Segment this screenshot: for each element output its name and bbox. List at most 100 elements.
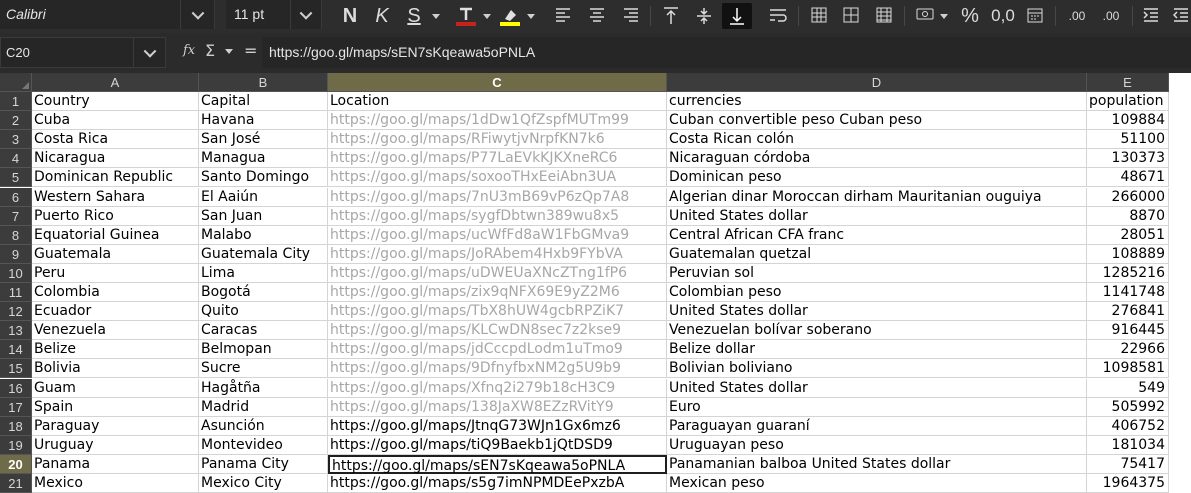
wrap-text-button[interactable] (767, 3, 789, 29)
cell-c9[interactable]: https://goo.gl/maps/JoRAbem4Hxb9FYbVA (328, 244, 667, 264)
cell-c4[interactable]: https://goo.gl/maps/P77LaEVkKJKXneRC6 (328, 149, 667, 169)
cell-c16[interactable]: https://goo.gl/maps/Xfnq2i279b18cH3C9 (328, 378, 667, 398)
cell-a11[interactable]: Colombia (32, 283, 199, 303)
cell-e7[interactable]: 8870 (1087, 206, 1169, 226)
cell-a3[interactable]: Costa Rica (32, 130, 199, 150)
align-left-button[interactable] (552, 3, 574, 29)
formula-button[interactable]: = (244, 41, 257, 60)
cell-a19[interactable]: Uruguay (32, 435, 199, 455)
cell-a6[interactable]: Western Sahara (32, 187, 199, 207)
percent-format-button[interactable]: % (958, 3, 982, 29)
cell-d5[interactable]: Dominican peso (667, 168, 1087, 188)
name-box[interactable]: C20 (0, 37, 166, 68)
cell-d16[interactable]: United States dollar (667, 378, 1087, 398)
highlight-color-button[interactable] (496, 3, 524, 29)
row-header-13[interactable]: 13 (0, 321, 32, 341)
merge-cells-button[interactable] (808, 3, 830, 29)
cell-b10[interactable]: Lima (199, 263, 328, 283)
cell-a21[interactable]: Mexico (32, 474, 199, 493)
font-size-dropdown-button[interactable] (290, 0, 321, 29)
cell-c5[interactable]: https://goo.gl/maps/soxooTHxEeiAbn3UA (328, 168, 667, 188)
increase-indent-button[interactable] (1140, 3, 1162, 29)
cell-a16[interactable]: Guam (32, 378, 199, 398)
row-header-7[interactable]: 7 (0, 206, 32, 226)
cell-e10[interactable]: 1285216 (1087, 263, 1169, 283)
row-header-11[interactable]: 11 (0, 283, 32, 303)
cell-a8[interactable]: Equatorial Guinea (32, 225, 199, 245)
cell-c2[interactable]: https://goo.gl/maps/1dDw1QfZspfMUTm99 (328, 111, 667, 131)
cell-b19[interactable]: Montevideo (199, 435, 328, 455)
sum-dropdown[interactable] (224, 45, 233, 59)
row-header-16[interactable]: 16 (0, 378, 32, 398)
cell-b13[interactable]: Caracas (199, 321, 328, 341)
cell-b16[interactable]: Hagåtña (199, 378, 328, 398)
cell-a14[interactable]: Belize (32, 340, 199, 360)
cell-d13[interactable]: Venezuelan bolívar soberano (667, 321, 1087, 341)
cell-e9[interactable]: 108889 (1087, 244, 1169, 264)
cell-d6[interactable]: Algerian dinar Moroccan dirham Mauritani… (667, 187, 1087, 207)
column-header-c[interactable]: C (328, 73, 667, 92)
row-header-6[interactable]: 6 (0, 187, 32, 207)
cell-e8[interactable]: 28051 (1087, 225, 1169, 245)
cell-d8[interactable]: Central African CFA franc (667, 225, 1087, 245)
cell-a15[interactable]: Bolivia (32, 359, 199, 379)
cell-a20[interactable]: Panama (32, 454, 199, 474)
row-header-17[interactable]: 17 (0, 397, 32, 417)
cell-e11[interactable]: 1141748 (1087, 283, 1169, 303)
cell-e14[interactable]: 22966 (1087, 340, 1169, 360)
row-header-15[interactable]: 15 (0, 359, 32, 379)
row-header-2[interactable]: 2 (0, 111, 32, 131)
cell-e5[interactable]: 48671 (1087, 168, 1169, 188)
font-size-box[interactable]: 11 pt (226, 0, 322, 29)
cell-b17[interactable]: Madrid (199, 397, 328, 417)
font-name-dropdown-button[interactable] (180, 0, 214, 29)
cell-d3[interactable]: Costa Rican colón (667, 130, 1087, 150)
row-header-5[interactable]: 5 (0, 168, 32, 188)
cell-e21[interactable]: 1964375 (1087, 474, 1169, 493)
align-middle-button[interactable] (693, 3, 715, 29)
column-header-a[interactable]: A (32, 73, 199, 92)
cell-a12[interactable]: Ecuador (32, 302, 199, 322)
cell-e15[interactable]: 1098581 (1087, 359, 1169, 379)
cell-b21[interactable]: Mexico City (199, 474, 328, 493)
cell-c20[interactable]: https://goo.gl/maps/sEN7sKqeawa5oPNLA (328, 454, 667, 474)
cell-c15[interactable]: https://goo.gl/maps/9DfnyfbxNM2g5U9b9 (328, 359, 667, 379)
cell-d17[interactable]: Euro (667, 397, 1087, 417)
cell-c7[interactable]: https://goo.gl/maps/sygfDbtwn389wu8x5 (328, 206, 667, 226)
cell-c1[interactable]: Location (328, 92, 667, 112)
currency-format-dropdown[interactable] (939, 3, 948, 29)
cell-b11[interactable]: Bogotá (199, 283, 328, 303)
cell-d9[interactable]: Guatemalan quetzal (667, 244, 1087, 264)
name-box-dropdown-button[interactable] (133, 38, 165, 67)
underline-button[interactable]: S (402, 3, 426, 29)
cell-c14[interactable]: https://goo.gl/maps/jdCccpdLodm1uTmo9 (328, 340, 667, 360)
row-header-1[interactable]: 1 (0, 92, 32, 112)
cell-b8[interactable]: Malabo (199, 225, 328, 245)
cell-b5[interactable]: Santo Domingo (199, 168, 328, 188)
cell-d20[interactable]: Panamanian balboa United States dollar (667, 454, 1087, 474)
underline-dropdown[interactable] (431, 3, 440, 29)
cell-c13[interactable]: https://goo.gl/maps/KLCwDN8sec7z2kse9 (328, 321, 667, 341)
row-header-21[interactable]: 21 (0, 474, 32, 493)
currency-format-button[interactable] (914, 3, 936, 29)
align-center-button[interactable] (586, 3, 608, 29)
cell-e17[interactable]: 505992 (1087, 397, 1169, 417)
row-header-3[interactable]: 3 (0, 130, 32, 150)
cell-a2[interactable]: Cuba (32, 111, 199, 131)
cell-e3[interactable]: 51100 (1087, 130, 1169, 150)
cell-d15[interactable]: Bolivian boliviano (667, 359, 1087, 379)
cell-a1[interactable]: Country (32, 92, 199, 112)
cell-b12[interactable]: Quito (199, 302, 328, 322)
borders-button[interactable] (873, 3, 895, 29)
cell-d11[interactable]: Colombian peso (667, 283, 1087, 303)
column-header-b[interactable]: B (199, 73, 328, 92)
cell-a18[interactable]: Paraguay (32, 416, 199, 436)
cell-b14[interactable]: Belmopan (199, 340, 328, 360)
cell-e2[interactable]: 109884 (1087, 111, 1169, 131)
cell-d7[interactable]: United States dollar (667, 206, 1087, 226)
cell-e19[interactable]: 181034 (1087, 435, 1169, 455)
cell-a7[interactable]: Puerto Rico (32, 206, 199, 226)
cell-c21[interactable]: https://goo.gl/maps/s5g7imNPMDEePxzbA (328, 474, 667, 493)
column-header-d[interactable]: D (667, 73, 1087, 92)
cell-c19[interactable]: https://goo.gl/maps/tiQ9Baekb1jQtDSD9 (328, 435, 667, 455)
